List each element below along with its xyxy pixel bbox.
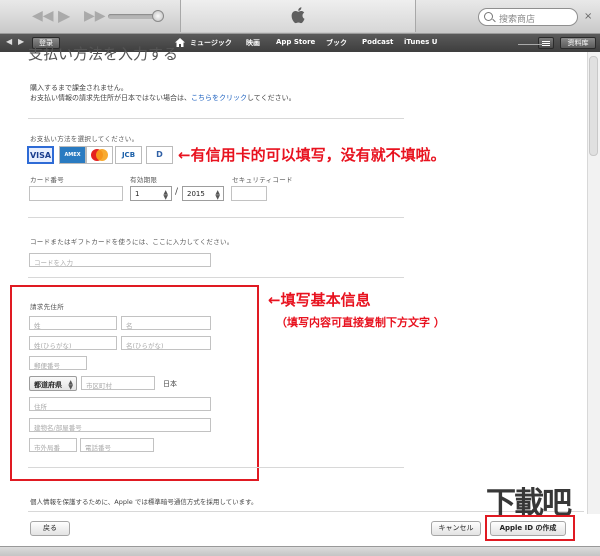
expiry-year-select[interactable]: 2015 ▲ ▼: [182, 186, 224, 201]
nav-item-music[interactable]: ミュージック: [190, 38, 232, 48]
back-button[interactable]: 戻る: [30, 521, 70, 536]
apple-logo-icon: [291, 7, 305, 24]
notice-line-1: 購入するまで課金されません。: [30, 84, 128, 92]
area-code-input[interactable]: 市外局番: [29, 438, 77, 452]
menu-line-icon: [542, 41, 550, 42]
volume-knob-icon[interactable]: [152, 10, 164, 22]
expiry-year-value: 2015: [187, 190, 205, 198]
expiry-month-value: 1: [135, 190, 140, 198]
address-input[interactable]: 住所: [29, 397, 211, 411]
first-name-input[interactable]: 名: [121, 316, 211, 330]
jcb-card-icon[interactable]: JCB: [115, 146, 142, 164]
nav-item-itunes-u[interactable]: iTunes U: [404, 38, 437, 46]
notice-text: お支払い情報の請求先住所が日本ではない場合は、: [30, 94, 191, 102]
prefecture-value: 都道府県: [34, 381, 62, 389]
last-name-kana-input[interactable]: 姓(ひらがな): [29, 336, 117, 350]
phone-input[interactable]: 電話番号: [80, 438, 154, 452]
mastercard-logo-icon: [91, 149, 108, 161]
stepper-icon: ▲ ▼: [68, 379, 73, 391]
status-display: [180, 0, 416, 32]
card-number-input[interactable]: [29, 186, 123, 201]
scrollbar-thumb[interactable]: [589, 56, 598, 156]
notice-text: してください。: [247, 94, 296, 102]
gift-code-input[interactable]: コードを入力: [29, 253, 211, 267]
info-annotation: ←填写基本信息: [268, 291, 371, 309]
security-code-label: セキュリティコード: [232, 176, 293, 184]
next-track-icon[interactable]: ▶▶: [84, 8, 106, 24]
expiry-label: 有効期限: [130, 176, 158, 184]
clear-search-icon[interactable]: ×: [584, 11, 592, 22]
diners-card-icon[interactable]: D: [146, 146, 173, 164]
page-title: 支払い方法を入力する: [28, 45, 179, 63]
stepper-icon: ▲ ▼: [163, 189, 168, 201]
visa-card-icon[interactable]: VISA: [27, 146, 54, 164]
country-label: 日本: [163, 380, 177, 388]
city-input[interactable]: 市区町村: [81, 376, 155, 390]
nav-item-books[interactable]: ブック: [326, 38, 347, 48]
heading-divider: [518, 44, 542, 54]
mastercard-icon[interactable]: [86, 146, 113, 164]
menu-line-icon: [542, 43, 550, 44]
prefecture-select[interactable]: 都道府県 ▲ ▼: [29, 376, 77, 391]
building-input[interactable]: 建物名/部屋番号: [29, 418, 211, 432]
menu-line-icon: [542, 45, 550, 46]
card-number-label: カード番号: [30, 176, 64, 184]
divider: [28, 118, 404, 119]
info-sub-annotation: （填写内容可直接复制下方文字 ）: [276, 316, 445, 329]
payment-method-label: お支払い方法を選択してください。: [30, 135, 139, 143]
library-button[interactable]: 资料库: [560, 37, 596, 49]
cancel-button[interactable]: キャンセル: [431, 521, 481, 536]
gift-code-label: コードまたはギフトカードを使うには、ここに入力してください。: [30, 238, 234, 246]
divider: [28, 277, 404, 278]
play-icon[interactable]: ▶: [58, 6, 70, 25]
stepper-icon: ▲ ▼: [215, 189, 220, 201]
nav-item-podcast[interactable]: Podcast: [362, 38, 393, 46]
search-input[interactable]: 搜索商店: [478, 8, 578, 26]
previous-track-icon[interactable]: ◀◀: [32, 8, 54, 24]
create-button-highlight-box: [485, 515, 575, 541]
bottom-status-bar: [0, 546, 600, 556]
nav-item-app-store[interactable]: App Store: [276, 38, 315, 46]
search-placeholder: 搜索商店: [499, 15, 536, 25]
notice-line-2: お支払い情報の請求先住所が日本ではない場合は、こちらをクリックしてください。: [30, 93, 296, 103]
last-name-input[interactable]: 姓: [29, 316, 117, 330]
forward-arrow-icon[interactable]: ▶: [18, 37, 24, 46]
security-note: 個人情報を保護するために、Apple では標準暗号通信方式を採用しています。: [30, 498, 258, 506]
card-annotation: ←有信用卡的可以填写，没有就不填啦。: [178, 146, 446, 164]
security-code-input[interactable]: [231, 186, 267, 201]
player-toolbar: ◀◀ ▶ ▶▶ 搜索商店 ×: [0, 0, 600, 34]
divider: [28, 467, 404, 468]
first-name-kana-input[interactable]: 名(ひらがな): [121, 336, 211, 350]
billing-address-label: 請求先住所: [30, 303, 64, 311]
nav-item-movies[interactable]: 映画: [246, 38, 260, 48]
search-icon: [484, 12, 493, 21]
click-here-link[interactable]: こちらをクリック: [191, 94, 247, 102]
postal-code-input[interactable]: 郵便番号: [29, 356, 87, 370]
amex-card-icon[interactable]: AMEX: [59, 146, 86, 164]
expiry-separator: /: [175, 187, 179, 197]
divider: [28, 217, 404, 218]
expiry-month-select[interactable]: 1 ▲ ▼: [130, 186, 172, 201]
back-arrow-icon[interactable]: ◀: [6, 37, 12, 46]
